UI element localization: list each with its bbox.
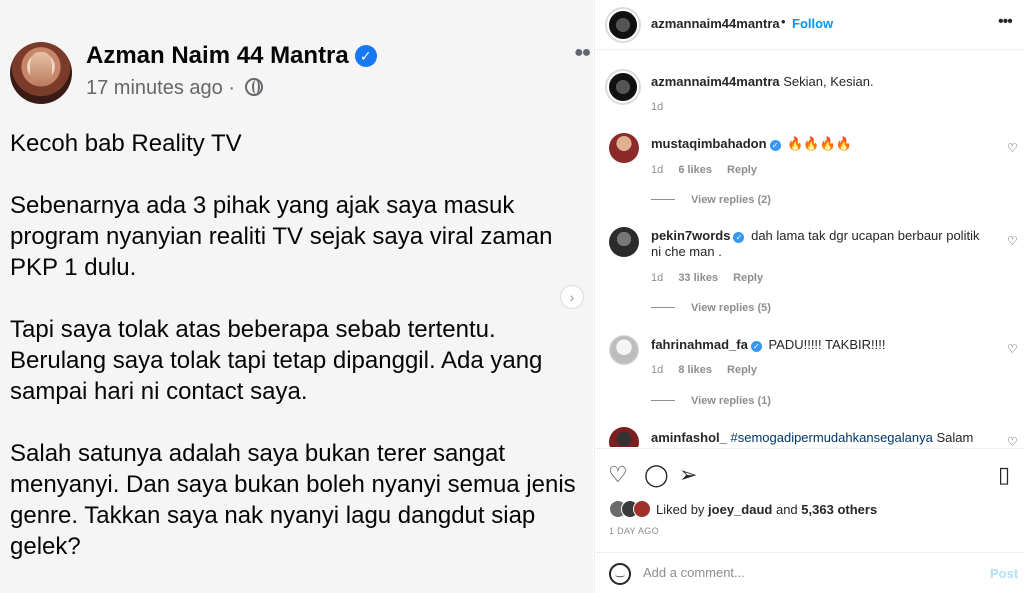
caption-avatar[interactable] — [607, 71, 639, 103]
view-replies-label: View replies (1) — [691, 395, 771, 407]
comment: pekin7words ✓ dah lama tak dgr ucapan ber… — [651, 228, 991, 260]
liked-by-user[interactable]: joey_daud — [708, 502, 772, 517]
comment-likes[interactable]: 8 likes — [678, 364, 712, 376]
comment-likes[interactable]: 33 likes — [678, 272, 718, 284]
post-sidebar: azmannaim44mantra • Follow ••• azmannaim… — [594, 0, 1024, 593]
bookmark-icon[interactable]: ▯ — [998, 462, 1010, 488]
view-replies-button[interactable]: View replies (2) — [651, 194, 771, 206]
fb-post-time: 17 minutes ago · — [86, 77, 263, 100]
header-username[interactable]: azmannaim44mantra — [651, 16, 780, 31]
liked-by-avatars — [609, 500, 659, 520]
verified-badge-icon: ✓ — [769, 140, 781, 151]
caption-username[interactable]: azmannaim44mantra — [651, 74, 780, 89]
comment-meta: 1d 6 likes Reply — [651, 164, 769, 176]
comment-username[interactable]: fahrinahmad_fa — [651, 337, 748, 352]
post-date: 1 DAY AGO — [609, 526, 659, 536]
comment-text: PADU!!!!! TAKBIR!!!! — [768, 337, 886, 352]
reply-button[interactable]: Reply — [727, 164, 757, 176]
verified-badge-icon: ✓ — [750, 341, 762, 352]
heart-icon[interactable]: ♡ — [1007, 435, 1018, 447]
comment-text: Salam — [936, 430, 974, 445]
comment-text: 🔥🔥🔥🔥 — [787, 136, 852, 151]
post-button[interactable]: Post — [990, 566, 1018, 581]
view-replies-label: View replies (5) — [691, 302, 771, 314]
comment-username[interactable]: mustaqimbahadon — [651, 136, 767, 151]
view-replies-label: View replies (2) — [691, 194, 771, 206]
reply-button[interactable]: Reply — [733, 272, 763, 284]
comment-time: 1d — [651, 164, 664, 176]
comment-input[interactable] — [643, 565, 963, 580]
comment-meta: 1d 33 likes Reply — [651, 272, 775, 284]
caption: azmannaim44mantra Sekian, Kesian. — [651, 74, 874, 89]
comment-bubble-icon[interactable]: ◯ — [644, 462, 669, 488]
caption-text: Sekian, Kesian. — [783, 74, 874, 89]
comment-likes[interactable]: 6 likes — [678, 164, 712, 176]
comment-username[interactable]: pekin7words — [651, 228, 730, 243]
verified-badge-icon: ✓ — [733, 232, 745, 243]
commenter-avatar[interactable] — [609, 427, 639, 447]
heart-icon[interactable]: ♡ — [1007, 141, 1018, 155]
liked-by-and: and — [775, 502, 798, 517]
fb-author-name-text: Azman Naim 44 Mantra — [86, 42, 349, 69]
comments-list[interactable]: azmannaim44mantra Sekian, Kesian. 1d mus… — [595, 51, 1024, 447]
follow-button[interactable]: Follow — [792, 16, 833, 31]
comment-username[interactable]: aminfashol_ — [651, 430, 727, 445]
heart-icon[interactable]: ♡ — [1007, 234, 1018, 248]
fb-paragraph: Salah satunya adalah saya bukan terer sa… — [10, 440, 576, 560]
commenter-avatar[interactable] — [609, 227, 639, 257]
author-avatar[interactable] — [607, 9, 639, 41]
reply-button[interactable]: Reply — [727, 364, 757, 376]
globe-icon — [244, 78, 263, 96]
fb-paragraph: Kecoh bab Reality TV — [10, 130, 242, 157]
liked-by-others[interactable]: 5,363 others — [801, 502, 877, 517]
post-header: azmannaim44mantra • Follow ••• — [595, 0, 1024, 50]
more-options-icon: ●● — [574, 44, 591, 61]
fb-post-text: Kecoh bab Reality TV Sebenarnya ada 3 pi… — [10, 128, 580, 593]
more-options-icon[interactable]: ••• — [998, 13, 1013, 31]
comment-time: 1d — [651, 272, 664, 284]
liked-by-prefix: Liked by — [656, 502, 705, 517]
fb-author-name: Azman Naim 44 Mantra ✓ — [86, 42, 377, 70]
header-separator: • — [781, 14, 786, 29]
share-send-icon[interactable]: ➢ — [679, 462, 697, 488]
heart-icon[interactable]: ♡ — [1007, 342, 1018, 356]
commenter-avatar[interactable] — [609, 133, 639, 163]
post-actions: ♡ ◯ ➢ ▯ Liked by joey_daud and 5,363 oth… — [595, 448, 1024, 593]
comment-time: 1d — [651, 364, 664, 376]
view-replies-button[interactable]: View replies (5) — [651, 302, 771, 314]
comment-hashtag[interactable]: #semogadipermudahkansegalanya — [730, 430, 932, 445]
like-heart-icon[interactable]: ♡ — [608, 462, 628, 488]
comment: aminfashol_ #semogadipermudahkansegalany… — [651, 430, 991, 446]
caption-time: 1d — [651, 101, 664, 113]
view-replies-button[interactable]: View replies (1) — [651, 395, 771, 407]
comment: mustaqimbahadon ✓ 🔥🔥🔥🔥 — [651, 136, 991, 152]
fb-post-time-text: 17 minutes ago · — [86, 77, 235, 99]
liked-by: Liked by joey_daud and 5,363 others — [656, 502, 877, 517]
comment-bar: ‿ Post — [595, 552, 1024, 593]
fb-paragraph: Tapi saya tolak atas beberapa sebab tert… — [10, 316, 543, 405]
fb-author-avatar — [10, 42, 72, 104]
fb-paragraph: Sebenarnya ada 3 pihak yang ajak saya ma… — [10, 192, 553, 281]
commenter-avatar[interactable] — [609, 335, 639, 365]
emoji-icon[interactable]: ‿ — [609, 563, 631, 585]
verified-badge-icon: ✓ — [354, 45, 377, 67]
post-image: Azman Naim 44 Mantra ✓ 17 minutes ago · ●… — [0, 0, 593, 593]
chevron-right-icon[interactable]: › — [560, 285, 584, 309]
comment: fahrinahmad_fa ✓ PADU!!!!! TAKBIR!!!! — [651, 337, 991, 353]
comment-meta: 1d 8 likes Reply — [651, 364, 769, 376]
